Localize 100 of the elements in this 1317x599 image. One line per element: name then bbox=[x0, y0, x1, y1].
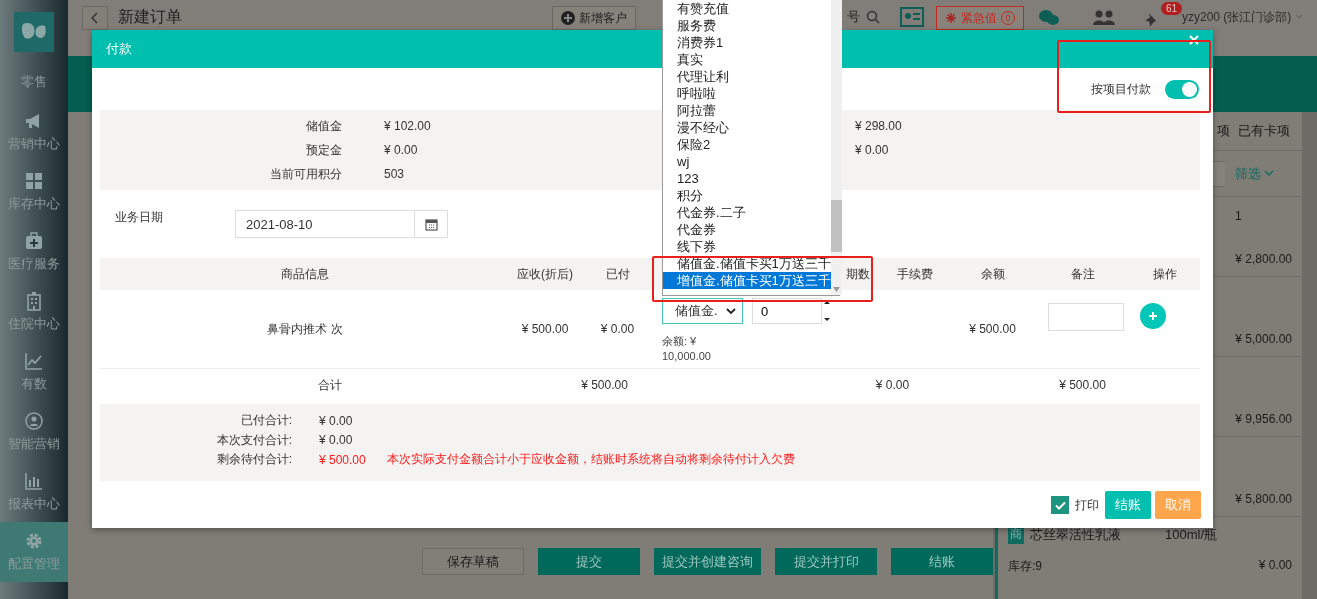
action-button[interactable]: 提交并创建咨询 bbox=[654, 548, 761, 575]
plus-icon bbox=[1148, 311, 1158, 321]
toggle-label: 按项目付款 bbox=[1091, 80, 1151, 98]
balance-value: ¥ 0.00 bbox=[855, 143, 889, 157]
dropdown-option[interactable]: 123 bbox=[663, 170, 831, 187]
print-checkbox[interactable] bbox=[1051, 496, 1069, 514]
amount-text: ¥ 5,800.00 bbox=[1235, 492, 1292, 506]
total-value: ¥ 500.00 bbox=[1058, 378, 1107, 392]
id-card-icon[interactable] bbox=[900, 7, 924, 27]
close-icon[interactable] bbox=[1189, 35, 1199, 45]
dropdown-option[interactable]: 真实 bbox=[663, 51, 831, 68]
column-header: 备注 bbox=[1069, 265, 1096, 283]
column-header: 已付 bbox=[604, 265, 631, 283]
warning-text: 本次实际支付金额合计小于应收金额，结账时系统将自动将剩余待付计入欠费 bbox=[387, 451, 795, 469]
dropdown-option[interactable]: 增值金.储值卡买1万送三千 bbox=[663, 272, 831, 289]
line-chart-icon bbox=[24, 351, 44, 371]
note-field[interactable] bbox=[1048, 303, 1124, 331]
dropdown-option[interactable]: wj bbox=[663, 153, 831, 170]
stock-text: 库存:9 bbox=[1008, 558, 1042, 575]
balance-label: 当前可用积分 bbox=[269, 165, 342, 183]
dropdown-option[interactable]: 服务费 bbox=[663, 17, 831, 34]
back-button[interactable] bbox=[82, 6, 108, 30]
panel-tab[interactable]: 项 bbox=[1217, 122, 1230, 140]
dropdown-option[interactable]: 代理让利 bbox=[663, 68, 831, 85]
panel-tab[interactable]: 已有卡项 bbox=[1238, 122, 1290, 140]
payment-method-select[interactable]: 储值金. bbox=[662, 298, 743, 324]
checkout-button[interactable]: 结账 bbox=[1105, 491, 1151, 519]
amount-field[interactable]: 0 bbox=[752, 298, 822, 324]
balance-label: 储值金 bbox=[305, 117, 342, 135]
total-value: ¥ 0.00 bbox=[874, 378, 911, 392]
dropdown-option[interactable]: 漫不经心 bbox=[663, 119, 831, 136]
quantity-text: 1 bbox=[1234, 209, 1243, 223]
scroll-down-icon[interactable] bbox=[832, 287, 840, 292]
check-icon bbox=[1054, 500, 1066, 510]
building-icon bbox=[24, 291, 44, 311]
dropdown-option[interactable]: 积分 bbox=[663, 187, 831, 204]
amount-text: ¥ 0.00 bbox=[1258, 558, 1292, 574]
new-customer-button[interactable]: 新增客户 bbox=[552, 6, 636, 30]
date-label: 业务日期 bbox=[114, 208, 164, 226]
total-label: 合计 bbox=[317, 376, 343, 394]
page-title: 新建订单 bbox=[118, 7, 183, 27]
balance-value: ¥ 0.00 bbox=[384, 143, 418, 157]
table-cell-text: ¥ 0.00 bbox=[599, 322, 636, 336]
dropdown-option[interactable]: 线下券 bbox=[663, 238, 831, 255]
balance-value: ¥ 298.00 bbox=[855, 119, 902, 133]
table-cell-text: ¥ 500.00 bbox=[968, 322, 1017, 336]
column-header: 应收(折后) bbox=[516, 265, 574, 283]
toggle-switch[interactable] bbox=[1165, 79, 1199, 99]
grid-icon bbox=[24, 171, 44, 191]
product-name: 芯丝翠活性乳液 bbox=[1030, 525, 1121, 544]
dropdown-option[interactable]: 代金券 bbox=[663, 221, 831, 238]
method-balance: 余额: ¥ 10,000.00 bbox=[662, 334, 712, 364]
add-button[interactable] bbox=[1140, 303, 1166, 329]
dialog-title: 付款 bbox=[106, 40, 132, 58]
scrollbar-thumb[interactable] bbox=[830, 200, 842, 252]
action-button[interactable]: 提交 bbox=[538, 548, 640, 575]
calendar-button[interactable] bbox=[415, 210, 448, 238]
user-menu[interactable]: yzy200 (张江门诊部) bbox=[1182, 6, 1304, 28]
column-header: 余额 bbox=[979, 265, 1006, 283]
column-header: 期数 bbox=[844, 265, 871, 283]
dropdown-option[interactable]: 储值金.储值卡买1万送三千 bbox=[663, 255, 831, 272]
summary-label: 已付合计: bbox=[239, 412, 292, 430]
column-header: 手续费 bbox=[896, 265, 934, 283]
medkit-icon bbox=[24, 231, 44, 251]
product-spec: 100ml/瓶 bbox=[1165, 525, 1218, 544]
date-field[interactable]: 2021-08-10 bbox=[235, 210, 415, 238]
action-button[interactable]: 结账 bbox=[891, 548, 993, 575]
bar-chart-icon bbox=[24, 471, 44, 491]
summary-label: 本次支付合计: bbox=[215, 431, 292, 449]
add-icon bbox=[561, 11, 575, 25]
dropdown-option[interactable]: 代金券.二子 bbox=[663, 204, 831, 221]
table-cell-text: ¥ 500.00 bbox=[520, 322, 570, 336]
logo-icon bbox=[14, 12, 54, 52]
dropdown-option[interactable]: 有赞充值 bbox=[663, 0, 831, 17]
people-icon bbox=[24, 411, 44, 431]
search-field[interactable]: 号 bbox=[847, 6, 860, 28]
dropdown-option[interactable]: 呼啦啦 bbox=[663, 85, 831, 102]
caret-icon bbox=[1295, 14, 1304, 20]
chat-icon[interactable] bbox=[1038, 9, 1060, 27]
dropdown-option[interactable]: 消费券1 bbox=[663, 34, 831, 51]
group-icon[interactable] bbox=[1092, 8, 1116, 28]
action-button[interactable]: 提交并打印 bbox=[775, 548, 877, 575]
action-button[interactable]: 保存草稿 bbox=[422, 548, 524, 575]
amount-text: ¥ 5,000.00 bbox=[1235, 332, 1292, 346]
summary-value: ¥ 500.00 bbox=[319, 452, 367, 467]
sidebar-item[interactable]: 零售 bbox=[0, 66, 68, 98]
summary-label: 剩余待付合计: bbox=[215, 451, 292, 469]
search-icon[interactable] bbox=[866, 10, 880, 24]
balance-value: ¥ 102.00 bbox=[384, 119, 431, 133]
notification-badge: 61 bbox=[1161, 2, 1183, 15]
dropdown-option[interactable]: 保险2 bbox=[663, 136, 831, 153]
balance-label: 预定金 bbox=[305, 141, 342, 159]
dropdown-option[interactable]: 阿拉蕾 bbox=[663, 102, 831, 119]
summary-value: ¥ 0.00 bbox=[319, 433, 354, 448]
sidebar-item[interactable]: 有数 bbox=[0, 342, 68, 402]
summary-value: ¥ 0.00 bbox=[319, 413, 354, 428]
caret-icon bbox=[726, 307, 736, 315]
calendar-icon bbox=[424, 217, 438, 231]
amount-text: ¥ 9,956.00 bbox=[1235, 412, 1292, 426]
table-cell-text: 鼻骨内推术 次 bbox=[266, 320, 344, 338]
